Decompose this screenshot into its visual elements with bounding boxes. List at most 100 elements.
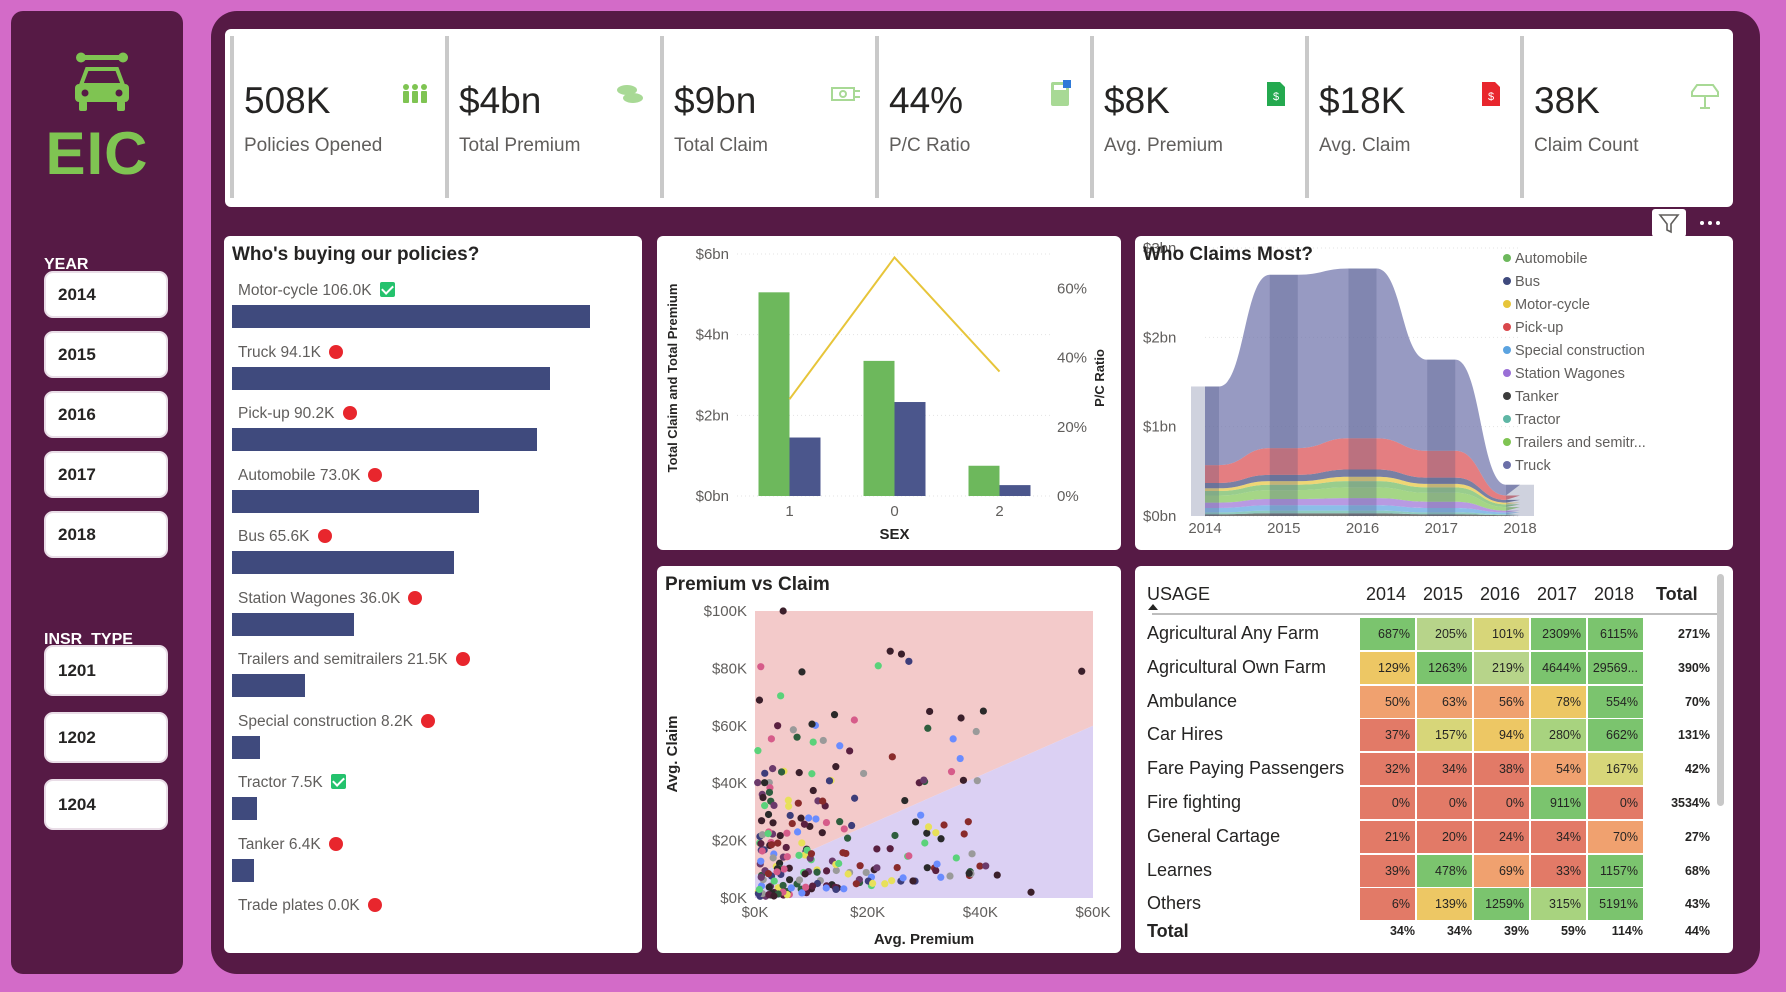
scatter-point[interactable] (770, 877, 778, 885)
scatter-point[interactable] (886, 647, 894, 655)
scatter-point[interactable] (794, 799, 802, 807)
scatter-point[interactable] (946, 872, 954, 880)
scatter-point[interactable] (923, 829, 931, 837)
matrix-cell[interactable]: 167% (1588, 753, 1643, 786)
scatter-point[interactable] (813, 868, 821, 876)
scatter-point[interactable] (804, 814, 813, 822)
scatter-point[interactable] (959, 776, 968, 784)
scatter-point[interactable] (755, 885, 764, 894)
scatter-point[interactable] (788, 819, 796, 828)
scatter-point[interactable] (757, 817, 766, 825)
scatter-point[interactable] (795, 876, 804, 884)
scatter-point[interactable] (809, 738, 817, 746)
combo-bar[interactable] (789, 437, 821, 496)
scatter-point[interactable] (979, 707, 987, 715)
matrix-cell[interactable]: 911% (1531, 787, 1586, 819)
matrix-cell[interactable]: 219% (1474, 651, 1529, 684)
scatter-point[interactable] (767, 841, 776, 849)
matrix-cell[interactable]: 478% (1417, 854, 1472, 887)
matrix-cell[interactable]: 1157% (1588, 854, 1643, 887)
matrix-cell[interactable]: 205% (1417, 618, 1472, 650)
scatter-point[interactable] (1078, 667, 1086, 675)
scatter-point[interactable] (800, 820, 809, 828)
scatter-point[interactable] (819, 736, 827, 745)
scatter-point[interactable] (840, 885, 848, 893)
scatter-point[interactable] (825, 777, 834, 785)
scatter-point[interactable] (769, 819, 777, 827)
scatter-point[interactable] (964, 818, 972, 826)
matrix-cell[interactable]: 129% (1360, 651, 1415, 684)
matrix-cell[interactable]: 70% (1588, 820, 1643, 853)
scatter-point[interactable] (905, 852, 913, 860)
insr-type-option-1202[interactable]: 1202 (44, 712, 168, 763)
scatter-point[interactable] (770, 801, 778, 809)
scatter-point[interactable] (956, 754, 964, 763)
scatter-point[interactable] (767, 735, 775, 743)
matrix-cell[interactable]: 280% (1531, 719, 1586, 752)
scatter-point[interactable] (874, 662, 882, 670)
more-options-icon[interactable] (1692, 209, 1728, 237)
matrix-cell[interactable]: 20% (1417, 820, 1472, 853)
scatter-point[interactable] (926, 707, 934, 716)
matrix-cell[interactable]: 39% (1360, 854, 1415, 887)
scatter-point[interactable] (869, 879, 877, 887)
matrix-cell[interactable]: 6115% (1588, 618, 1643, 650)
matrix-cell[interactable]: 662% (1588, 719, 1643, 752)
scatter-point[interactable] (769, 854, 777, 862)
scatter-point[interactable] (761, 779, 769, 787)
scatter-point[interactable] (776, 831, 784, 840)
scatter-point[interactable] (761, 802, 769, 810)
scatter-point[interactable] (839, 849, 847, 857)
scatter-point[interactable] (777, 768, 786, 776)
scatter-point[interactable] (832, 885, 840, 894)
scatter-point[interactable] (909, 877, 917, 885)
legend-label[interactable]: Tanker (1515, 389, 1559, 405)
scatter-point[interactable] (851, 794, 859, 802)
scatter-point[interactable] (754, 779, 762, 787)
scatter-point[interactable] (836, 742, 844, 750)
scatter-point[interactable] (798, 668, 806, 676)
matrix-cell[interactable]: 38% (1474, 753, 1529, 786)
buyers-bar[interactable] (232, 735, 260, 759)
matrix-cell[interactable]: 1263% (1417, 651, 1472, 684)
scatter-point[interactable] (786, 876, 794, 884)
scatter-point[interactable] (783, 829, 791, 837)
scatter-point[interactable] (960, 830, 968, 838)
scatter-point[interactable] (777, 692, 785, 700)
matrix-cell[interactable]: 69% (1474, 854, 1529, 887)
scatter-point[interactable] (873, 864, 881, 872)
buyers-bar[interactable] (232, 366, 550, 390)
scatter-point[interactable] (759, 793, 767, 802)
matrix-corner-header[interactable]: USAGE (1147, 584, 1210, 605)
legend-label[interactable]: Bus (1515, 274, 1540, 290)
buyers-bar[interactable] (232, 305, 590, 328)
matrix-cell[interactable]: 1259% (1474, 888, 1529, 921)
scatter-point[interactable] (886, 845, 894, 853)
scatter-point[interactable] (982, 862, 990, 870)
scatter-point[interactable] (757, 873, 765, 881)
scatter-point[interactable] (881, 880, 889, 888)
insr-type-option-1204[interactable]: 1204 (44, 779, 168, 830)
combo-bar[interactable] (968, 465, 1000, 496)
scatter-point[interactable] (911, 818, 920, 826)
scatter-point[interactable] (795, 851, 803, 859)
scatter-point[interactable] (779, 881, 787, 890)
scatter-point[interactable] (947, 768, 956, 776)
combo-bar[interactable] (894, 402, 926, 496)
scatter-point[interactable] (932, 866, 940, 875)
scatter-point[interactable] (786, 811, 794, 820)
scatter-point[interactable] (836, 818, 844, 826)
scatter-point[interactable] (808, 882, 817, 890)
scatter-point[interactable] (801, 870, 809, 878)
year-option-2018[interactable]: 2018 (44, 511, 168, 558)
scatter-point[interactable] (1027, 888, 1035, 896)
scatter-point[interactable] (780, 865, 788, 873)
year-option-2017[interactable]: 2017 (44, 451, 168, 498)
scatter-point[interactable] (972, 727, 980, 736)
scatter-point[interactable] (797, 814, 805, 822)
scatter-point[interactable] (859, 769, 868, 778)
matrix-cell[interactable]: 33% (1531, 854, 1586, 887)
scatter-point[interactable] (802, 883, 810, 891)
scatter-point[interactable] (932, 829, 940, 837)
scatter-point[interactable] (784, 796, 792, 804)
